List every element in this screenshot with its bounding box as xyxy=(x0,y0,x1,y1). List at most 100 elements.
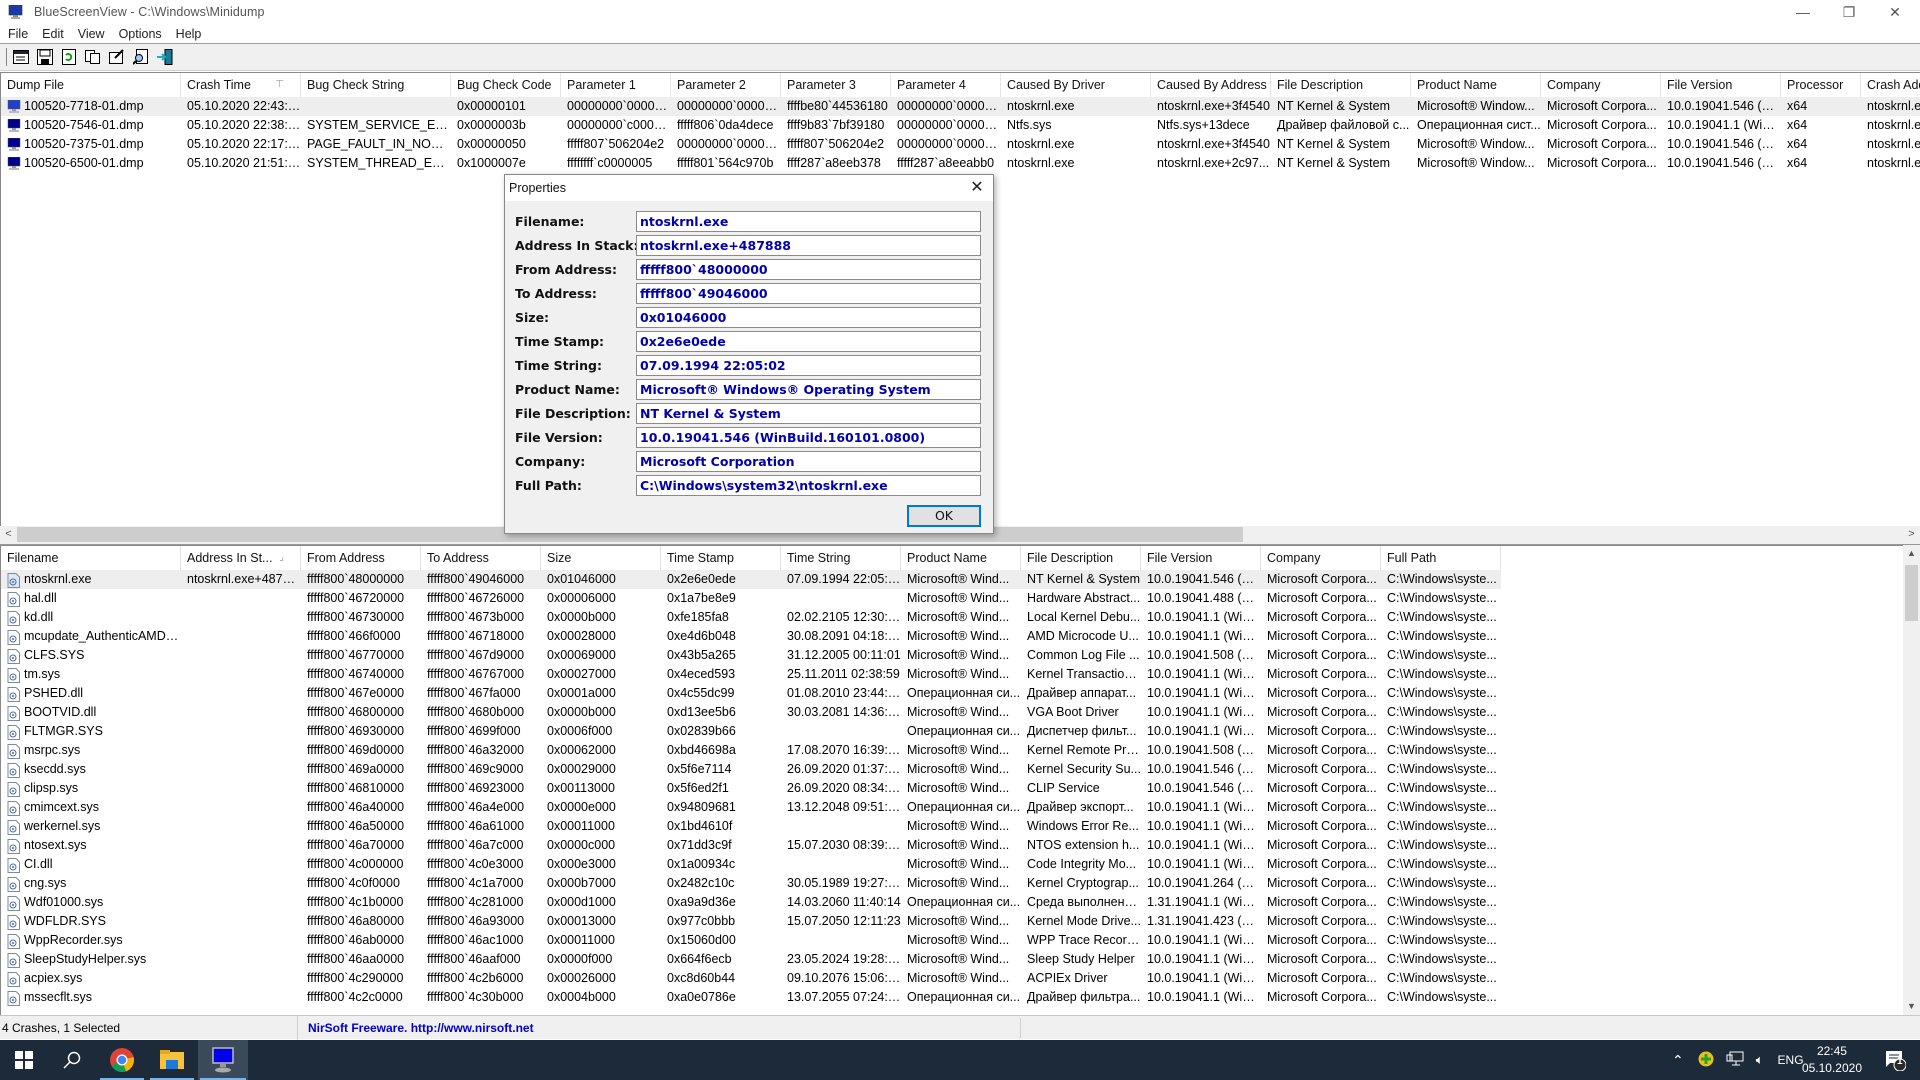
save-icon[interactable] xyxy=(36,48,54,66)
copy-icon[interactable] xyxy=(84,48,102,66)
ok-button[interactable]: OK xyxy=(907,505,981,527)
scroll-right-arrow[interactable]: > xyxy=(1903,526,1920,543)
property-value-field[interactable]: ntoskrnl.exe+487888 xyxy=(636,235,981,256)
crash-row[interactable]: 100520-7718-01.dmp 05.10.2020 22:43:25 0x0… xyxy=(1,97,1920,116)
start-button[interactable] xyxy=(0,1040,48,1080)
driver-row[interactable]: hal.dll fffff800`46720000 fffff800`4672600… xyxy=(1,589,1501,608)
column-header-time-stamp[interactable]: Time Stamp xyxy=(661,546,781,570)
menu-file[interactable]: File xyxy=(8,27,28,41)
driver-row[interactable]: ntoskrnl.exe ntoskrnl.exe+487888 fffff800`… xyxy=(1,570,1501,589)
input-language[interactable]: ENG xyxy=(1778,1053,1804,1067)
driver-row[interactable]: SleepStudyHelper.sys fffff800`46aa0000 fff… xyxy=(1,950,1501,969)
driver-row[interactable]: PSHED.dll fffff800`467e0000 fffff800`467fa… xyxy=(1,684,1501,703)
minimize-button[interactable]: — xyxy=(1780,0,1826,24)
column-header-bug-check-string[interactable]: Bug Check String xyxy=(301,73,451,97)
driver-row[interactable]: WppRecorder.sys fffff800`46ab0000 fffff800… xyxy=(1,931,1501,950)
exit-icon[interactable] xyxy=(156,48,174,66)
property-value-field[interactable]: Microsoft Corporation xyxy=(636,451,981,472)
driver-row[interactable]: CI.dll fffff800`4c000000 fffff800`4c0e3000… xyxy=(1,855,1501,874)
driver-row[interactable]: Wdf01000.sys fffff800`4c1b0000 fffff800`4c… xyxy=(1,893,1501,912)
advanced-options-icon[interactable] xyxy=(108,48,126,66)
column-header-product-name[interactable]: Product Name xyxy=(901,546,1021,570)
nirsoft-link[interactable]: NirSoft Freeware. http://www.nirsoft.net xyxy=(308,1016,534,1040)
scrollbar-thumb[interactable] xyxy=(1905,565,1918,621)
volume-icon[interactable]: 🔈︎ xyxy=(1756,1052,1764,1068)
column-header-caused-by-address[interactable]: Caused By Address xyxy=(1151,73,1271,97)
column-header-bug-check-code[interactable]: Bug Check Code xyxy=(451,73,561,97)
driver-row[interactable]: tm.sys fffff800`46740000 fffff800`46767000… xyxy=(1,665,1501,684)
column-header-company[interactable]: Company xyxy=(1261,546,1381,570)
driver-row[interactable]: BOOTVID.dll fffff800`46800000 fffff800`468… xyxy=(1,703,1501,722)
scroll-left-arrow[interactable]: < xyxy=(0,526,17,543)
column-header-file-description[interactable]: File Description xyxy=(1021,546,1141,570)
column-header-file-description[interactable]: File Description xyxy=(1271,73,1411,97)
column-header-dump-file[interactable]: Dump File xyxy=(1,73,181,97)
property-value-field[interactable]: 0x01046000 xyxy=(636,307,981,328)
taskbar-chrome[interactable] xyxy=(98,1040,146,1080)
column-header-crash-time[interactable]: Crash Time ⊤ xyxy=(181,73,301,97)
driver-list-vertical-scrollbar[interactable]: ▲ ▼ xyxy=(1903,545,1920,1015)
close-button[interactable]: ✕ xyxy=(1872,0,1918,24)
crash-row[interactable]: 100520-6500-01.dmp 05.10.2020 21:51:30 SYS… xyxy=(1,154,1920,173)
search-button[interactable] xyxy=(48,1040,96,1080)
menu-options[interactable]: Options xyxy=(119,27,162,41)
security-app-tray-icon[interactable] xyxy=(1698,1051,1714,1070)
properties-icon[interactable] xyxy=(12,48,30,66)
column-header-size[interactable]: Size xyxy=(541,546,661,570)
driver-row[interactable]: mssecflt.sys fffff800`4c2c0000 fffff800`4c… xyxy=(1,988,1501,1007)
driver-row[interactable]: FLTMGR.SYS fffff800`46930000 fffff800`4699… xyxy=(1,722,1501,741)
column-header-full-path[interactable]: Full Path xyxy=(1381,546,1501,570)
column-header-crash-add[interactable]: Crash Add xyxy=(1861,73,1920,97)
dialog-close-button[interactable]: ✕ xyxy=(967,178,987,198)
scroll-down-arrow[interactable]: ▼ xyxy=(1903,998,1920,1015)
column-header-company[interactable]: Company xyxy=(1541,73,1661,97)
driver-row[interactable]: kd.dll fffff800`46730000 fffff800`4673b000… xyxy=(1,608,1501,627)
driver-row[interactable]: WDFLDR.SYS fffff800`46a80000 fffff800`46a9… xyxy=(1,912,1501,931)
property-value-field[interactable]: 10.0.19041.546 (WinBuild.160101.0800) xyxy=(636,427,981,448)
property-value-field[interactable]: Microsoft® Windows® Operating System xyxy=(636,379,981,400)
column-header-time-string[interactable]: Time String xyxy=(781,546,901,570)
refresh-icon[interactable] xyxy=(60,48,78,66)
driver-row[interactable]: clipsp.sys fffff800`46810000 fffff800`4692… xyxy=(1,779,1501,798)
action-center-button[interactable]: 1 xyxy=(1870,1040,1920,1080)
column-header-product-name[interactable]: Product Name xyxy=(1411,73,1541,97)
driver-row[interactable]: CLFS.SYS fffff800`46770000 fffff800`467d90… xyxy=(1,646,1501,665)
taskbar-file-explorer[interactable] xyxy=(148,1040,196,1080)
column-header-parameter-3[interactable]: Parameter 3 xyxy=(781,73,891,97)
driver-row[interactable]: werkernel.sys fffff800`46a50000 fffff800`4… xyxy=(1,817,1501,836)
driver-row[interactable]: msrpc.sys fffff800`469d0000 fffff800`46a32… xyxy=(1,741,1501,760)
column-header-from-address[interactable]: From Address xyxy=(301,546,421,570)
scroll-up-arrow[interactable]: ▲ xyxy=(1903,545,1920,562)
property-value-field[interactable]: ntoskrnl.exe xyxy=(636,211,981,232)
driver-row[interactable]: cng.sys fffff800`4c0f0000 fffff800`4c1a700… xyxy=(1,874,1501,893)
crash-row[interactable]: 100520-7375-01.dmp 05.10.2020 22:17:33 PAG… xyxy=(1,135,1920,154)
column-header-parameter-4[interactable]: Parameter 4 xyxy=(891,73,1001,97)
column-header-file-version[interactable]: File Version xyxy=(1141,546,1261,570)
property-value-field[interactable]: 07.09.1994 22:05:02 xyxy=(636,355,981,376)
column-header-parameter-2[interactable]: Parameter 2 xyxy=(671,73,781,97)
column-header-address-in-st[interactable]: Address In St... ⌟ xyxy=(181,546,301,570)
driver-row[interactable]: ntosext.sys fffff800`46a70000 fffff800`46a… xyxy=(1,836,1501,855)
driver-list[interactable]: Filename Address In St... ⌟ From Address To … xyxy=(0,545,1920,1015)
restore-button[interactable]: ❐ xyxy=(1826,0,1872,24)
driver-row[interactable]: ksecdd.sys fffff800`469a0000 fffff800`469c… xyxy=(1,760,1501,779)
menu-help[interactable]: Help xyxy=(176,27,202,41)
column-header-filename[interactable]: Filename xyxy=(1,546,181,570)
column-header-to-address[interactable]: To Address xyxy=(421,546,541,570)
driver-row[interactable]: mcupdate_AuthenticAMD.dll fffff800`466f00… xyxy=(1,627,1501,646)
driver-row[interactable]: acpiex.sys fffff800`4c290000 fffff800`4c2b… xyxy=(1,969,1501,988)
clock[interactable]: 22:45 05.10.2020 xyxy=(1802,1043,1862,1077)
column-header-caused-by-driver[interactable]: Caused By Driver xyxy=(1001,73,1151,97)
column-header-processor[interactable]: Processor xyxy=(1781,73,1861,97)
property-value-field[interactable]: NT Kernel & System xyxy=(636,403,981,424)
property-value-field[interactable]: fffff800`48000000 xyxy=(636,259,981,280)
driver-row[interactable]: cmimcext.sys fffff800`46a40000 fffff800`46… xyxy=(1,798,1501,817)
property-value-field[interactable]: 0x2e6e0ede xyxy=(636,331,981,352)
column-header-file-version[interactable]: File Version xyxy=(1661,73,1781,97)
column-header-parameter-1[interactable]: Parameter 1 xyxy=(561,73,671,97)
crash-row[interactable]: 100520-7546-01.dmp 05.10.2020 22:38:40 SYS… xyxy=(1,116,1920,135)
property-value-field[interactable]: C:\Windows\system32\ntoskrnl.exe xyxy=(636,475,981,496)
show-hidden-icons-chevron-icon[interactable]: ⌃ xyxy=(1672,1052,1684,1069)
property-value-field[interactable]: fffff800`49046000 xyxy=(636,283,981,304)
network-icon[interactable] xyxy=(1726,1051,1744,1070)
